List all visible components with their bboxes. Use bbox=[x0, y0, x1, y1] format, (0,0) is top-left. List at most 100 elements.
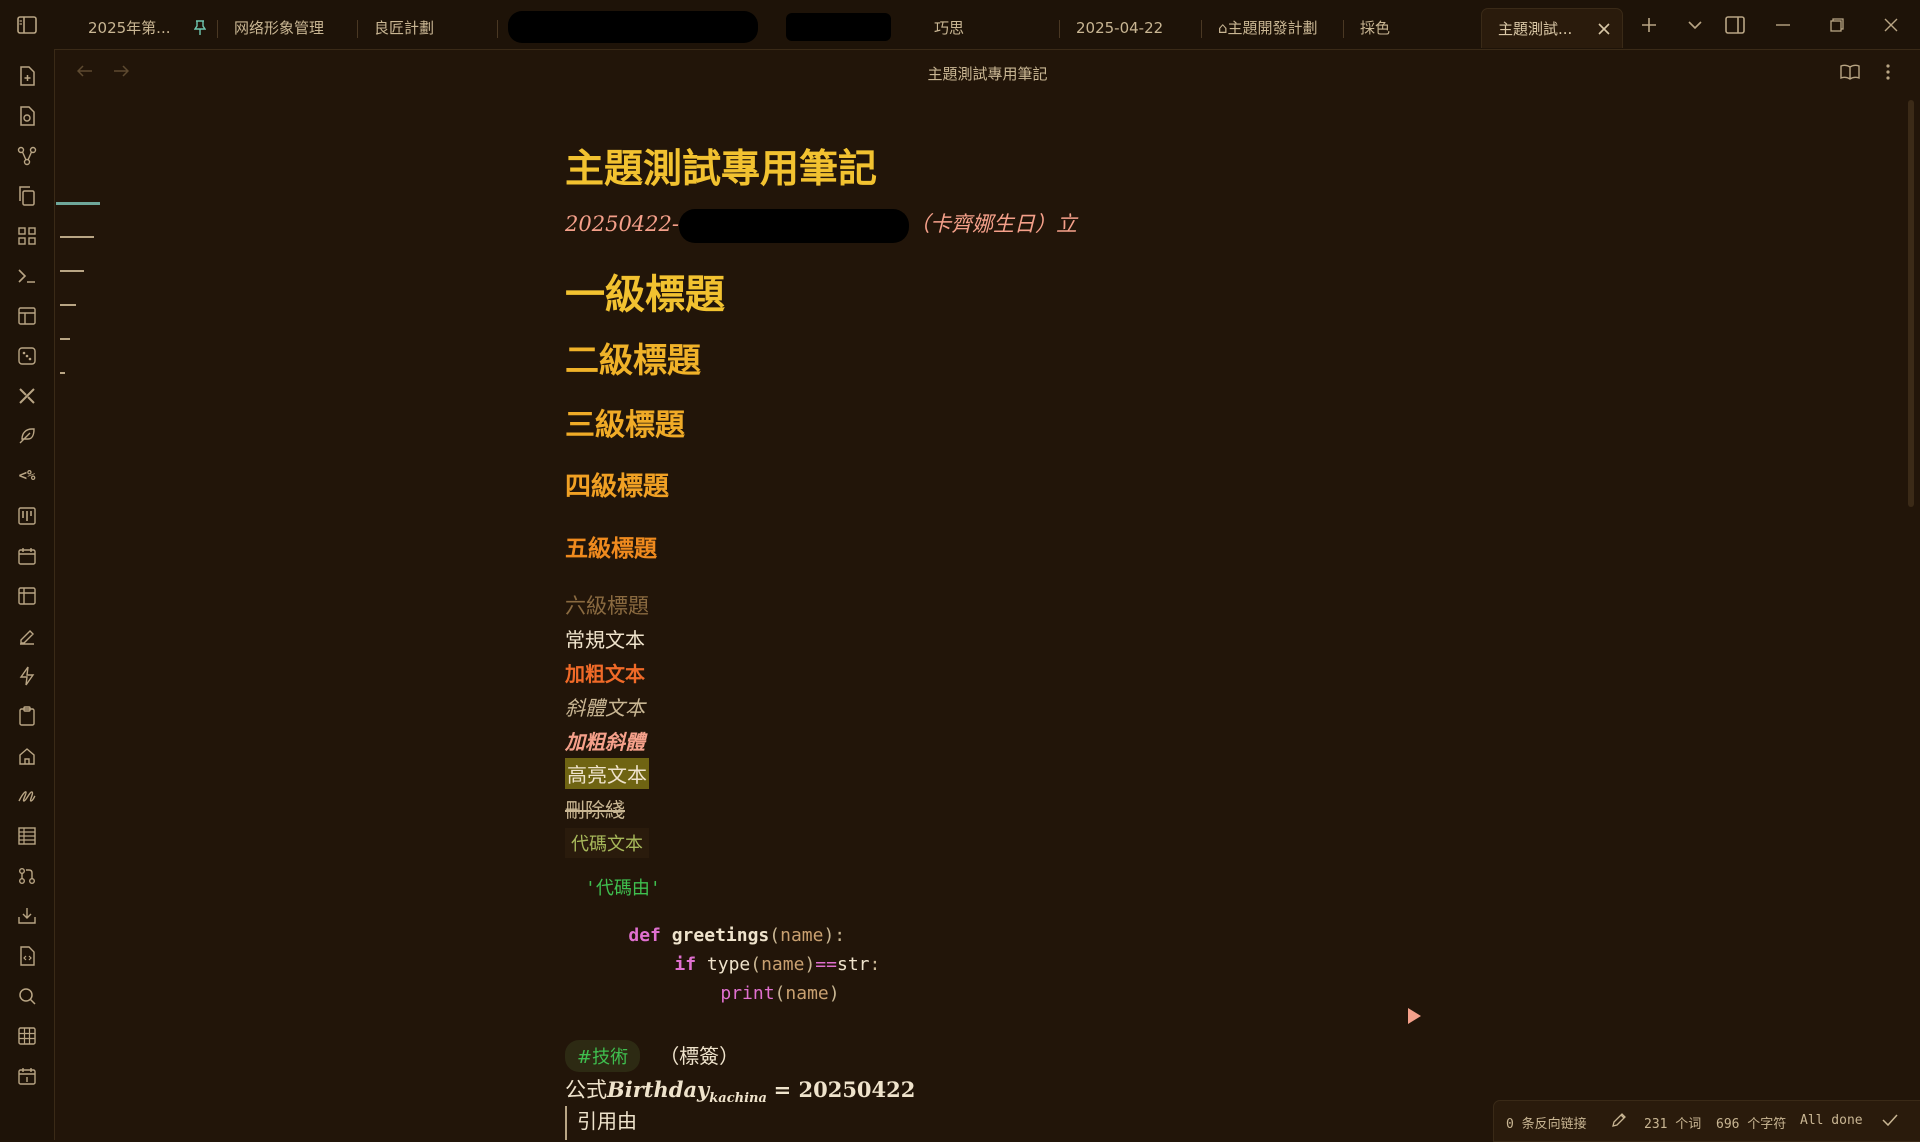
formula-main: Birthday bbox=[607, 1077, 710, 1102]
table-grid-icon[interactable] bbox=[12, 1021, 42, 1051]
run-code-play-icon[interactable] bbox=[1402, 1004, 1426, 1028]
heading-4[interactable]: 四級標題 bbox=[565, 466, 669, 503]
heading-3[interactable]: 三級標題 bbox=[565, 400, 685, 444]
templater-icon[interactable]: <% bbox=[12, 461, 42, 491]
new-note-icon[interactable] bbox=[12, 61, 42, 91]
kanban-icon[interactable] bbox=[12, 501, 42, 531]
left-ribbon: <% bbox=[0, 49, 55, 1140]
code-paren: ( bbox=[774, 983, 786, 1004]
tab-craftsman-plan[interactable]: 良匠計劃 bbox=[358, 8, 498, 48]
tab-label: 主題測試... bbox=[1498, 20, 1573, 38]
view-header-title[interactable]: 主題測試專用筆記 bbox=[55, 63, 1920, 84]
file-code-icon[interactable] bbox=[12, 941, 42, 971]
code-paren: ) bbox=[828, 983, 840, 1004]
word-count: 231 个词 bbox=[1644, 1117, 1702, 1132]
more-options-icon[interactable] bbox=[1875, 59, 1901, 85]
copy-icon[interactable] bbox=[12, 181, 42, 211]
char-count: 696 个字符 bbox=[1716, 1117, 1787, 1132]
dice-icon[interactable] bbox=[12, 341, 42, 371]
heading-1[interactable]: 一級標題 bbox=[565, 262, 725, 320]
tab-color-picking[interactable]: 採色 bbox=[1344, 8, 1478, 48]
new-tab-icon[interactable] bbox=[1634, 10, 1664, 40]
outline-marker[interactable] bbox=[60, 236, 94, 238]
tab-2025[interactable]: 2025年第... bbox=[72, 8, 218, 48]
grid-icon[interactable] bbox=[12, 221, 42, 251]
code-line-1: '代碼由' bbox=[585, 878, 661, 899]
inline-code-text[interactable]: 代碼文本 bbox=[565, 828, 649, 858]
minimize-icon[interactable] bbox=[1768, 10, 1798, 40]
strikethrough-text[interactable]: 刪除綫 bbox=[565, 794, 625, 823]
check-icon[interactable] bbox=[1880, 1110, 1900, 1130]
table-icon[interactable] bbox=[12, 581, 42, 611]
home-icon[interactable] bbox=[12, 741, 42, 771]
switch-file-icon[interactable] bbox=[12, 101, 42, 131]
window-close-icon[interactable] bbox=[1876, 10, 1906, 40]
right-sidebar-toggle-icon[interactable] bbox=[1720, 10, 1750, 40]
code-function: print bbox=[720, 983, 775, 1004]
code-block[interactable]: '代碼由' def greetings(name): if type(name)… bbox=[565, 870, 1425, 1004]
layout-icon[interactable] bbox=[12, 301, 42, 331]
normal-text[interactable]: 常規文本 bbox=[565, 624, 645, 653]
scribble-icon[interactable] bbox=[12, 781, 42, 811]
close-icon[interactable] bbox=[1594, 19, 1614, 39]
highlight-text[interactable]: 高亮文本 bbox=[565, 758, 649, 789]
formula-subscript: kachina bbox=[709, 1091, 767, 1106]
italic-text[interactable]: 斜體文本 bbox=[565, 692, 645, 721]
bold-italic-text[interactable]: 加粗斜體 bbox=[565, 726, 645, 755]
pin-icon[interactable] bbox=[190, 18, 210, 38]
tab-label: 网络形象管理 bbox=[234, 19, 325, 37]
sync-status: All done bbox=[1800, 1113, 1863, 1128]
backlinks-count[interactable]: 0 条反向链接 bbox=[1506, 1113, 1587, 1132]
redacted-text bbox=[678, 208, 909, 243]
quote-text: 引用由 bbox=[577, 1109, 637, 1133]
outline-marker[interactable] bbox=[60, 270, 84, 272]
feather-icon[interactable] bbox=[12, 421, 42, 451]
note-title[interactable]: 主題測試專用筆記 bbox=[565, 138, 877, 194]
graph-view-icon[interactable] bbox=[12, 141, 42, 171]
calendar-icon[interactable] bbox=[12, 541, 42, 571]
tools-icon[interactable] bbox=[12, 381, 42, 411]
tab-label: 2025年第... bbox=[88, 19, 171, 37]
tab-ingenuity[interactable]: 巧思 bbox=[918, 8, 1060, 48]
formula-line[interactable]: 公式Birthdaykachina = 20250422 bbox=[565, 1074, 915, 1106]
tab-network-image[interactable]: 网络形象管理 bbox=[218, 8, 358, 48]
outline-marker[interactable] bbox=[60, 338, 70, 340]
edit-pencil-icon[interactable] bbox=[1609, 1110, 1629, 1130]
daily-note-icon[interactable] bbox=[12, 1061, 42, 1091]
redacted-tab bbox=[786, 13, 891, 41]
formula-prefix: 公式 bbox=[565, 1078, 607, 1102]
spreadsheet-icon[interactable] bbox=[12, 821, 42, 851]
outline-marker[interactable] bbox=[60, 304, 76, 306]
inbox-download-icon[interactable] bbox=[12, 901, 42, 931]
clipboard-icon[interactable] bbox=[12, 701, 42, 731]
code-line-4: print(name) bbox=[677, 962, 840, 1025]
bold-text[interactable]: 加粗文本 bbox=[565, 658, 645, 687]
restore-icon[interactable] bbox=[1822, 10, 1852, 40]
reading-view-icon[interactable] bbox=[1837, 59, 1863, 85]
redacted-tab bbox=[508, 11, 758, 43]
tag-pill[interactable]: #技術 bbox=[565, 1040, 641, 1072]
heading-6[interactable]: 六級標題 bbox=[565, 590, 649, 620]
sidebar-toggle-icon[interactable] bbox=[12, 10, 42, 40]
outline-marker[interactable] bbox=[60, 372, 65, 374]
tag-note: （標簽） bbox=[659, 1044, 740, 1068]
terminal-icon[interactable] bbox=[12, 261, 42, 291]
tab-label: 巧思 bbox=[934, 19, 965, 37]
outline-marker-active[interactable] bbox=[56, 202, 100, 205]
tab-label: 採色 bbox=[1360, 19, 1391, 37]
search-icon[interactable] bbox=[12, 981, 42, 1011]
highlighter-icon[interactable] bbox=[12, 621, 42, 651]
tab-theme-dev-plan[interactable]: ⌂主題開發計劃 bbox=[1202, 8, 1344, 48]
lightning-icon[interactable] bbox=[12, 661, 42, 691]
blockquote[interactable]: 引用由 bbox=[565, 1106, 637, 1140]
tab-theme-test[interactable]: 主題測試... bbox=[1481, 8, 1623, 48]
tab-label: 良匠計劃 bbox=[374, 19, 435, 37]
view-header: 主題測試專用筆記 bbox=[55, 49, 1920, 97]
tab-2025-04-22[interactable]: 2025-04-22 bbox=[1060, 8, 1202, 48]
scrollbar-thumb[interactable] bbox=[1908, 100, 1914, 507]
note-subtitle[interactable]: 20250422- （卡齊娜生日）立 bbox=[565, 208, 1077, 243]
git-pull-request-icon[interactable] bbox=[12, 861, 42, 891]
heading-2[interactable]: 二級標題 bbox=[565, 333, 701, 382]
tab-list-chevron-icon[interactable] bbox=[1680, 10, 1710, 40]
heading-5[interactable]: 五級標題 bbox=[565, 529, 657, 563]
